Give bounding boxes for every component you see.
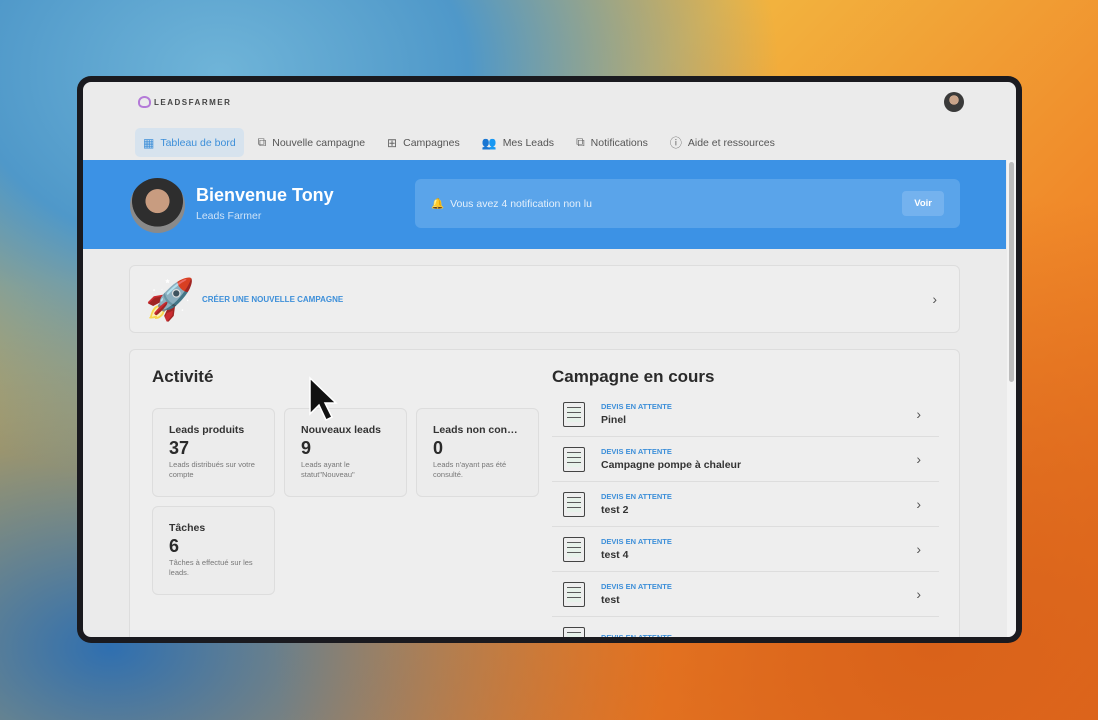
campaign-name: test 4 [601,549,629,561]
brand-name: LEADSFARMER [154,97,232,107]
stat-value: 37 [169,438,190,458]
campaign-item[interactable]: DEVIS EN ATTENTE test › [552,572,939,617]
campaign-item[interactable]: DEVIS EN ATTENTE › [552,617,939,637]
welcome-subtitle: Leads Farmer [196,210,262,222]
stat-desc: Leads n'ayant pas été consulté. [433,460,507,479]
notification-icon: ⧉ [576,135,585,149]
profile-avatar [130,178,185,233]
logo-icon [138,96,151,108]
nav-label: Aide et ressources [687,136,775,149]
stat-value: 0 [433,438,444,458]
stat-desc: Leads distribués sur votre compte [169,460,255,479]
stat-title: Nouveaux leads [301,424,381,436]
stat-card[interactable]: Leads non consultés 0 Leads n'ayant pas ét… [416,408,539,497]
help-icon: ⓘ [669,136,682,150]
stat-title: Leads produits [169,424,245,436]
nav-campagnes[interactable]: ⊞ Campagnes [379,128,468,157]
stat-title: Leads non consultés [433,424,522,436]
nav-mes-leads[interactable]: 👥 Mes Leads [474,128,562,157]
nav-aide[interactable]: ⓘ Aide et ressources [662,128,783,157]
create-campaign-label: CRÉER UNE NOUVELLE CAMPAGNE [202,294,344,304]
campaign-name: Campagne pompe à chaleur [601,459,742,471]
nav-label: Tableau de bord [160,136,236,149]
stat-card[interactable]: Nouveaux leads 9 Leads ayant le statut"Nou… [284,408,407,497]
table-icon: ⊞ [387,135,398,150]
campaign-item[interactable]: DEVIS EN ATTENTE Pinel › [552,392,939,437]
activity-title: Activité [152,367,214,386]
rocket-icon: 🚀 [145,277,195,322]
notification-text: Vous avez 4 notification non lu [450,197,592,210]
users-icon: 👥 [481,135,497,150]
campaign-status: DEVIS EN ATTENTE [601,447,672,456]
dashboard-panel: Activité Leads produits 37 Leads distribué… [129,349,960,637]
nav-label: Campagnes [403,136,460,149]
document-icon [563,536,585,562]
stat-desc: Tâches à effectué sur les leads. [169,558,253,577]
chevron-right-icon: › [916,541,921,557]
document-icon [563,626,585,637]
scrollbar[interactable] [1007,160,1016,637]
chevron-right-icon: › [916,406,921,422]
welcome-banner: Bienvenue Tony Leads Farmer 🔔 Vous avez … [83,160,1006,249]
nav-label: Notifications [590,136,648,149]
chevron-right-icon: › [916,631,921,637]
campaign-status: DEVIS EN ATTENTE [601,402,672,411]
stat-title: Tâches [169,522,206,534]
notification-alert: 🔔 Vous avez 4 notification non lu Voir [415,179,960,228]
campaign-list: DEVIS EN ATTENTE Pinel › DEVIS EN ATTENTE Ca… [552,392,939,637]
chevron-right-icon: › [916,451,921,467]
campaign-item[interactable]: DEVIS EN ATTENTE test 4 › [552,527,939,572]
brand-logo[interactable]: LEADSFARMER [138,96,231,108]
campaign-name: test 2 [601,504,629,516]
document-icon [563,401,585,427]
campaign-status: DEVIS EN ATTENTE [601,582,672,591]
main-nav: ▦ Tableau de bord ⧉ Nouvelle campagne ⊞ Cam… [135,128,783,157]
chevron-right-icon: › [932,291,937,307]
stat-desc: Leads ayant le statut"Nouveau" [301,460,355,479]
campaign-name: Pinel [601,414,627,426]
nav-tableau-de-bord[interactable]: ▦ Tableau de bord [135,128,244,157]
document-icon [563,581,585,607]
new-campaign-icon: ⧉ [257,135,267,149]
grid-icon: ▦ [143,135,155,150]
user-avatar[interactable] [944,92,964,112]
scrollbar-thumb[interactable] [1009,162,1014,382]
document-icon [563,446,585,472]
nav-label: Nouvelle campagne [272,136,366,149]
campaign-status: DEVIS EN ATTENTE [601,633,672,637]
nav-notifications[interactable]: ⧉ Notifications [568,128,656,157]
chevron-right-icon: › [916,586,921,602]
app-screen: LEADSFARMER ▦ Tableau de bord ⧉ Nouvelle c… [83,82,1016,637]
stat-card[interactable]: Leads produits 37 Leads distribués sur vot… [152,408,275,497]
bell-icon: 🔔 [431,198,445,210]
campaign-item[interactable]: DEVIS EN ATTENTE Campagne pompe à chaleur… [552,437,939,482]
mouse-cursor [309,376,338,422]
campaign-item[interactable]: DEVIS EN ATTENTE test 2 › [552,482,939,527]
create-campaign-card[interactable]: 🚀 CRÉER UNE NOUVELLE CAMPAGNE › [129,265,960,333]
welcome-title: Bienvenue Tony [196,185,334,205]
nav-nouvelle-campagne[interactable]: ⧉ Nouvelle campagne [250,128,373,157]
chevron-right-icon: › [916,496,921,512]
document-icon [563,491,585,517]
campaign-status: DEVIS EN ATTENTE [601,492,672,501]
stat-value: 9 [301,438,312,458]
campaign-name: test [601,594,620,606]
stat-card[interactable]: Tâches 6 Tâches à effectué sur les leads. [152,506,275,595]
nav-label: Mes Leads [502,136,555,149]
voir-button[interactable]: Voir [902,191,944,216]
campaigns-title: Campagne en cours [552,367,715,386]
stat-value: 6 [169,536,180,556]
campaign-status: DEVIS EN ATTENTE [601,537,672,546]
app-window: LEADSFARMER ▦ Tableau de bord ⧉ Nouvelle c… [77,76,1022,643]
